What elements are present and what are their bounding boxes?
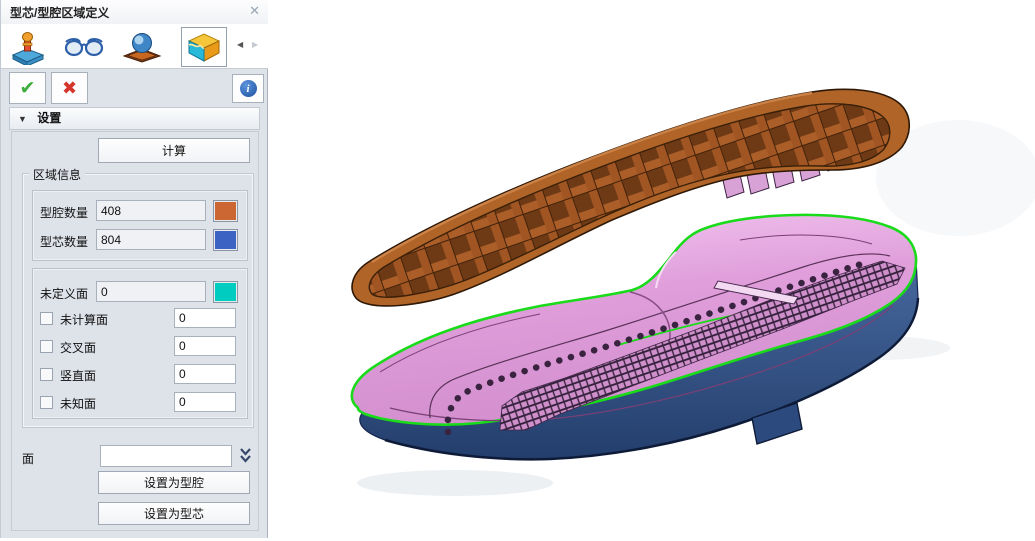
ok-button[interactable]: ✔ — [9, 72, 46, 104]
cancel-button[interactable]: ✖ — [51, 72, 88, 104]
cavity-color-swatch[interactable] — [213, 200, 238, 222]
core-color-swatch[interactable] — [213, 229, 238, 251]
info-icon: i — [240, 80, 257, 97]
crossover-faces-input[interactable] — [174, 336, 236, 356]
core-cavity-box-icon — [185, 30, 223, 64]
crossover-faces-checkbox[interactable] — [40, 340, 53, 353]
vertical-faces-input[interactable] — [174, 364, 236, 384]
unknown-faces-checkbox[interactable] — [40, 396, 53, 409]
shoe-sole-scene — [268, 0, 1035, 538]
close-icon[interactable]: ✕ — [249, 3, 260, 19]
settings-header-label: 设置 — [37, 111, 61, 125]
unknown-faces-input[interactable] — [174, 392, 236, 412]
undefined-color-swatch[interactable] — [213, 281, 238, 303]
vertical-faces-label: 竖直面 — [60, 367, 96, 384]
core-count-input[interactable] — [96, 229, 206, 250]
tab-core-cavity-active[interactable] — [181, 27, 227, 67]
double-chevron-down-icon[interactable] — [238, 447, 253, 465]
core-cavity-region-dialog: 型芯/型腔区域定义 ✕ — [0, 0, 268, 538]
settings-panel: 计算 区域信息 型腔数量 型芯数量 未定义面 未计算面 交叉面 竖直面 未知面 … — [11, 131, 259, 531]
cavity-count-input[interactable] — [96, 200, 206, 221]
cavity-count-label: 型腔数量 — [40, 204, 88, 221]
dialog-title: 型芯/型腔区域定义 — [10, 4, 109, 21]
unknown-faces-label: 未知面 — [60, 395, 96, 412]
set-as-cavity-button[interactable]: 设置为型腔 — [98, 471, 250, 494]
calculate-button[interactable]: 计算 — [98, 138, 250, 163]
crossover-faces-label: 交叉面 — [60, 339, 96, 356]
sphere-region-icon — [122, 30, 162, 64]
undefined-faces-label: 未定义面 — [40, 285, 88, 302]
toe-shadow — [357, 470, 553, 496]
vertical-faces-checkbox[interactable] — [40, 368, 53, 381]
tab-mold-stamp[interactable] — [5, 27, 51, 67]
glasses-icon — [64, 32, 104, 62]
tab-glasses[interactable] — [61, 27, 107, 67]
dialog-titlebar[interactable]: 型芯/型腔区域定义 ✕ — [1, 0, 269, 25]
uncalculated-faces-checkbox[interactable] — [40, 312, 53, 325]
set-as-core-button[interactable]: 设置为型芯 — [98, 502, 250, 525]
uncalculated-faces-label: 未计算面 — [60, 311, 108, 328]
region-info-label: 区域信息 — [29, 166, 85, 183]
ok-check-icon: ✔ — [20, 79, 36, 98]
collapse-triangle-icon: ▼ — [18, 114, 27, 124]
undefined-faces-input[interactable] — [96, 281, 206, 302]
core-count-label: 型芯数量 — [40, 233, 88, 250]
uncalculated-faces-input[interactable] — [174, 308, 236, 328]
viewport-3d[interactable] — [268, 0, 1035, 538]
tab-region-sphere[interactable] — [119, 27, 165, 67]
mold-stamp-icon — [9, 29, 47, 65]
settings-expander[interactable]: ▼ 设置 — [9, 107, 260, 130]
dialog-tab-strip: ◀ ▶ — [1, 24, 269, 69]
tab-prev-arrow-icon[interactable]: ◀ — [237, 40, 243, 49]
info-button[interactable]: i — [232, 74, 264, 103]
cancel-x-icon: ✖ — [62, 79, 77, 97]
tab-next-arrow-icon[interactable]: ▶ — [252, 40, 258, 49]
face-label: 面 — [22, 450, 34, 467]
face-select-input[interactable] — [100, 445, 232, 467]
